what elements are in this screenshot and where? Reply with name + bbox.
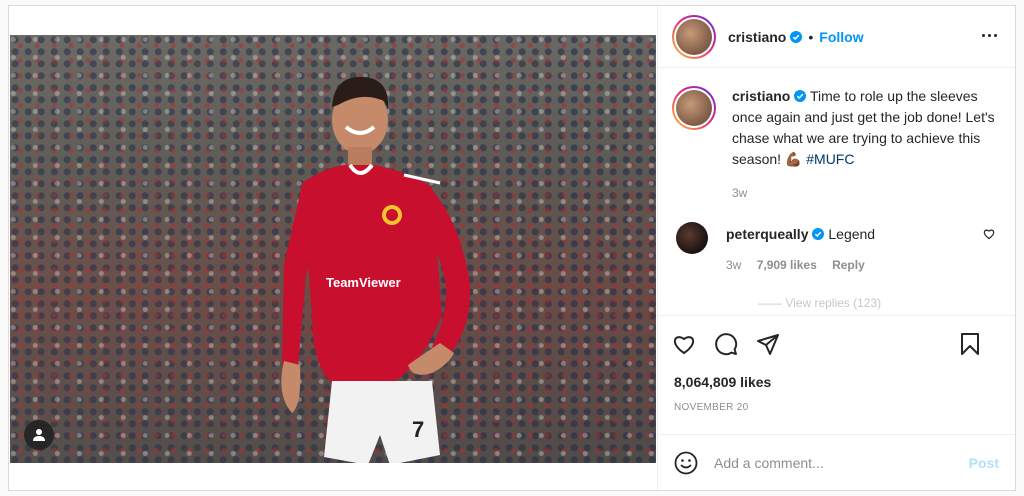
comment-like-icon[interactable] xyxy=(983,228,995,240)
caption-username[interactable]: cristiano xyxy=(732,88,790,104)
follow-button[interactable]: Follow xyxy=(819,29,863,45)
comment-text: Legend xyxy=(828,226,876,242)
add-comment-bar: Post xyxy=(658,434,1015,490)
player-illustration: TeamViewer 7 xyxy=(281,76,471,463)
author-username[interactable]: cristiano xyxy=(728,29,786,45)
post-comment-button[interactable]: Post xyxy=(969,455,999,471)
comment-item: peterqueally Legend 3w 7,909 likes Reply xyxy=(672,222,1001,272)
author-avatar[interactable] xyxy=(672,14,716,59)
comment-likes[interactable]: 7,909 likes xyxy=(757,258,817,272)
tagged-users-button[interactable] xyxy=(24,420,54,450)
verified-icon xyxy=(794,90,807,102)
like-button[interactable] xyxy=(672,332,696,356)
comment-time[interactable]: 3w xyxy=(726,258,741,272)
share-icon xyxy=(757,334,779,355)
comment-icon xyxy=(715,333,738,356)
bookmark-icon xyxy=(961,333,979,355)
jersey-sponsor-text: TeamViewer xyxy=(326,275,401,290)
more-options-icon[interactable] xyxy=(982,34,997,37)
post-sidebar: cristiano • Follow cristiano Time to rol… xyxy=(657,6,1015,490)
commenter-avatar[interactable] xyxy=(676,222,708,254)
action-bar xyxy=(658,315,1015,372)
comment-meta: 3w 7,909 likes Reply xyxy=(726,258,877,272)
post-media[interactable]: TeamViewer 7 xyxy=(9,6,657,490)
instagram-post: TeamViewer 7 cristiano • Follow cristian… xyxy=(8,5,1016,491)
post-photo[interactable]: TeamViewer 7 xyxy=(10,35,656,463)
shirt-number: 7 xyxy=(412,417,424,442)
caption-time[interactable]: 3w xyxy=(732,183,1001,204)
comment-input[interactable] xyxy=(714,454,969,471)
header-separator: • xyxy=(808,28,814,45)
hashtag-link[interactable]: #MUFC xyxy=(806,151,854,167)
verified-icon xyxy=(812,228,825,240)
save-button[interactable] xyxy=(959,332,981,356)
heart-icon xyxy=(674,336,694,355)
post-header: cristiano • Follow xyxy=(658,6,1015,68)
share-button[interactable] xyxy=(756,332,780,356)
likes-count[interactable]: 8,064,809 likes xyxy=(658,372,1015,390)
post-caption: cristiano Time to role up the sleeves on… xyxy=(672,86,1001,204)
comments-section[interactable]: cristiano Time to role up the sleeves on… xyxy=(658,68,1015,315)
post-date[interactable]: November 20 xyxy=(658,390,1015,413)
reply-button[interactable]: Reply xyxy=(832,258,865,272)
emoji-icon[interactable] xyxy=(674,451,698,475)
verified-icon xyxy=(790,30,803,43)
commenter-username[interactable]: peterqueally xyxy=(726,226,808,242)
user-icon xyxy=(33,429,45,441)
view-replies-link[interactable]: —— View replies (123) xyxy=(758,296,1001,310)
caption-avatar[interactable] xyxy=(672,86,716,130)
comment-button[interactable] xyxy=(714,332,738,356)
